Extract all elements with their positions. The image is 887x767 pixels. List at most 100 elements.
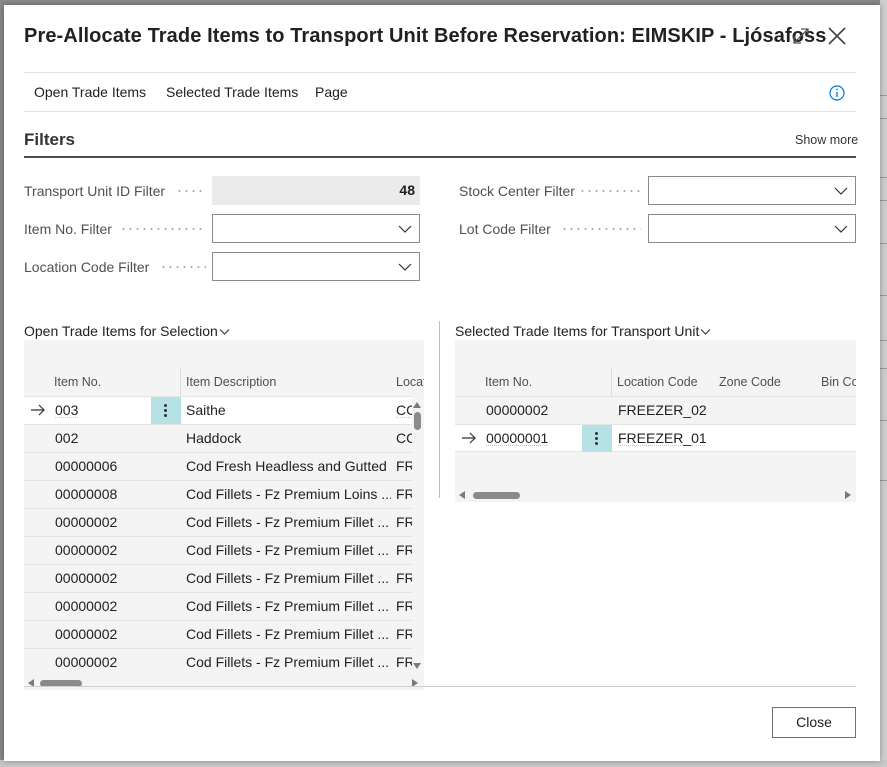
show-more-link[interactable]: Show more [795,133,858,147]
scroll-right-icon[interactable] [845,491,851,499]
table-row[interactable]: 00000008 Cod Fillets - Fz Premium Loins … [24,480,412,508]
row-actions-button[interactable] [582,425,612,452]
cell-item-no: 00000002 [55,598,118,614]
cell-location: FR [396,654,412,670]
cell-item-no: 00000008 [55,486,118,502]
filters-heading: Filters [24,130,76,149]
leader-dots [561,228,641,230]
table-row[interactable]: 003 Saithe CC [24,396,412,424]
column-header-location-code[interactable]: Location Code [617,375,698,389]
scroll-up-icon[interactable] [413,402,421,408]
table-row[interactable]: 00000002 Cod Fillets - Fz Premium Fillet… [24,620,412,648]
table-row[interactable]: 00000002 Cod Fillets - Fz Premium Fillet… [24,648,412,676]
cell-item-description: Saithe [186,402,226,418]
column-header-item-no[interactable]: Item No. [54,375,101,389]
close-button[interactable]: Close [772,707,856,738]
selected-items-part-title[interactable]: Selected Trade Items for Transport Unit [455,323,711,339]
column-header-zone-code[interactable]: Zone Code [719,375,781,389]
cell-location: FR [396,514,412,530]
item-no-filter-input[interactable] [212,214,420,243]
table-row[interactable]: 00000002 Cod Fillets - Fz Premium Fillet… [24,564,412,592]
leader-dots [160,266,206,268]
column-header-bin-code[interactable]: Bin Co [821,375,856,389]
cell-location: FR [396,458,412,474]
current-row-arrow-icon [31,404,45,416]
menu-page[interactable]: Page [315,84,348,100]
cell-location: FR [396,570,412,586]
cell-item-no[interactable]: 003 [55,402,78,418]
close-icon[interactable] [826,25,848,47]
scroll-down-icon[interactable] [413,663,421,669]
open-items-title-text: Open Trade Items for Selection [24,323,218,339]
selected-items-horizontal-scrollbar[interactable] [455,489,856,501]
leader-dots [120,228,206,230]
table-row[interactable]: 00000006 Cod Fresh Headless and Gutted F… [24,452,412,480]
cell-location: CC [396,430,412,446]
menu-open-trade-items[interactable]: Open Trade Items [34,84,146,100]
scroll-left-icon[interactable] [459,491,465,499]
scroll-thumb[interactable] [414,412,421,430]
table-row[interactable]: 00000001 FREEZER_01 [455,424,856,452]
table-row[interactable]: 00000002 FREEZER_02 [455,396,856,424]
menu-selected-trade-items[interactable]: Selected Trade Items [166,84,298,100]
chevron-down-icon [700,329,711,336]
parts-splitter[interactable] [439,321,440,498]
cell-item-no: 002 [55,430,79,446]
column-header-item-no[interactable]: Item No. [485,375,532,389]
transport-unit-id-filter-field: 48 [212,176,420,205]
chevron-down-icon [219,329,230,336]
footer-divider [24,686,856,687]
cell-location: FR [396,542,412,558]
stock-center-filter-label: Stock Center Filter [459,183,575,199]
transport-unit-id-filter-label: Transport Unit ID Filter [24,183,166,199]
stock-center-filter-input[interactable] [648,176,856,205]
column-header-item-description[interactable]: Item Description [186,375,276,389]
table-row[interactable]: 00000002 Cod Fillets - Fz Premium Fillet… [24,592,412,620]
selected-items-grid: Item No. Location Code Zone Code Bin Co … [455,340,856,502]
background-page-edge [880,0,887,767]
open-items-part-title[interactable]: Open Trade Items for Selection [24,323,230,339]
cell-location-code: FREEZER_02 [618,402,707,418]
cell-item-no: 00000002 [55,570,118,586]
cell-location-code[interactable]: FREEZER_01 [618,430,707,446]
table-row[interactable]: 00000002 Cod Fillets - Fz Premium Fillet… [24,508,412,536]
cell-location: FR [396,598,412,614]
cell-item-no[interactable]: 00000001 [486,430,548,446]
expand-icon[interactable] [790,25,812,47]
item-no-filter-label: Item No. Filter [24,221,112,237]
chevron-down-icon [398,225,412,233]
chevron-down-icon [834,225,848,233]
column-separator [611,368,612,396]
filters-divider [24,156,856,158]
leader-dots [176,190,206,192]
cell-item-description: Cod Fillets - Fz Premium Fillet ... [186,654,390,670]
open-items-horizontal-scrollbar[interactable] [24,677,424,689]
chevron-down-icon [398,263,412,271]
location-code-filter-input[interactable] [212,252,420,281]
cell-item-no: 00000002 [486,402,549,418]
column-header-location[interactable]: Locat [396,375,424,389]
cell-location[interactable]: CC [396,402,412,418]
scroll-thumb[interactable] [473,492,520,499]
table-row[interactable]: 002 Haddock CC [24,424,412,452]
selected-items-title-text: Selected Trade Items for Transport Unit [455,323,700,339]
open-items-grid: Item No. Item Description Locat 003 Sait… [24,340,424,690]
cell-location: FR [396,486,412,502]
table-row[interactable]: 00000002 Cod Fillets - Fz Premium Fillet… [24,536,412,564]
row-actions-button[interactable] [151,397,181,424]
cell-item-no: 00000002 [55,542,118,558]
lot-code-filter-label: Lot Code Filter [459,221,551,237]
chevron-down-icon [834,187,848,195]
cell-item-no: 00000002 [55,654,118,670]
cell-item-description: Cod Fillets - Fz Premium Fillet ... [186,542,390,558]
action-bar: Open Trade Items Selected Trade Items Pa… [24,72,856,112]
cell-item-description: Cod Fillets - Fz Premium Loins ... [186,486,391,502]
cell-item-description: Cod Fillets - Fz Premium Fillet ... [186,598,390,614]
lot-code-filter-input[interactable] [648,214,856,243]
cell-item-description: Cod Fillets - Fz Premium Fillet ... [186,626,390,642]
cell-item-description: Haddock [186,430,242,446]
info-icon[interactable] [828,84,846,102]
pre-allocate-dialog: Pre-Allocate Trade Items to Transport Un… [4,5,880,761]
open-items-vertical-scrollbar[interactable] [411,400,423,672]
cell-item-description: Cod Fillets - Fz Premium Fillet ... [186,514,390,530]
